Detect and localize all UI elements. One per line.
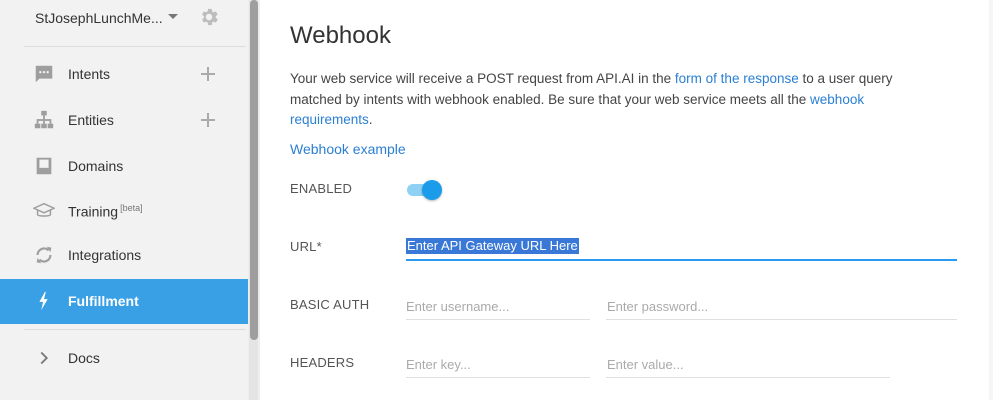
sidebar-item-label: Entities	[68, 112, 114, 128]
page-title: Webhook	[290, 22, 391, 49]
agent-selector[interactable]: StJosephLunchMe...	[0, 0, 248, 36]
url-label: URL*	[290, 239, 322, 254]
enabled-toggle[interactable]	[407, 180, 443, 200]
password-underline	[606, 319, 957, 320]
username-input[interactable]	[406, 297, 586, 315]
webhook-panel: Webhook Your web service will receive a …	[260, 0, 989, 400]
sidebar-divider	[24, 329, 246, 330]
url-input[interactable]: Enter API Gateway URL Here	[406, 238, 579, 254]
basic-auth-label: BASIC AUTH	[290, 297, 370, 312]
sidebar-item-entities[interactable]: Entities	[0, 98, 248, 143]
header-key-underline	[406, 377, 590, 378]
username-underline	[406, 319, 590, 320]
webhook-example-link[interactable]: Webhook example	[290, 141, 406, 157]
sidebar-scrollbar-thumb[interactable]	[250, 0, 258, 340]
toggle-knob	[422, 180, 442, 200]
sync-icon	[36, 246, 52, 264]
password-input[interactable]	[607, 297, 947, 315]
sidebar: StJosephLunchMe... Intents Entities Doma…	[0, 0, 248, 400]
url-input-underline	[406, 259, 957, 261]
lightning-bolt-icon	[39, 291, 48, 311]
sidebar-item-label: Fulfillment	[68, 293, 139, 309]
header-value-input[interactable]	[607, 355, 877, 373]
enabled-label: ENABLED	[290, 181, 353, 196]
header-value-underline	[606, 377, 890, 378]
form-of-response-link[interactable]: form of the response	[675, 71, 799, 86]
sidebar-item-label: Docs	[68, 350, 100, 366]
graduation-cap-icon	[33, 202, 55, 217]
sidebar-item-domains[interactable]: Domains	[0, 144, 248, 189]
chevron-down-icon[interactable]	[168, 14, 178, 19]
headers-label: HEADERS	[290, 355, 355, 370]
add-intent-plus-icon[interactable]	[199, 65, 217, 83]
beta-badge: [beta]	[120, 203, 143, 213]
sidebar-item-integrations[interactable]: Integrations	[0, 233, 248, 278]
add-entity-plus-icon[interactable]	[199, 111, 217, 129]
sidebar-item-fulfillment[interactable]: Fulfillment	[0, 279, 248, 324]
sidebar-item-docs[interactable]: Docs	[0, 336, 248, 381]
sidebar-item-intents[interactable]: Intents	[0, 52, 248, 97]
gear-icon[interactable]	[198, 6, 220, 28]
chat-bubble-icon	[35, 65, 53, 83]
sidebar-item-label: Integrations	[68, 247, 142, 263]
webhook-description: Your web service will receive a POST req…	[290, 71, 893, 127]
sidebar-item-label: Intents	[68, 66, 111, 82]
agent-name: StJosephLunchMe...	[35, 10, 163, 26]
book-icon	[36, 157, 52, 175]
chevron-right-icon	[40, 351, 49, 365]
sidebar-item-label: Domains	[68, 158, 124, 174]
sidebar-item-training[interactable]: Training [beta]	[0, 189, 248, 234]
sidebar-divider	[24, 46, 246, 47]
sidebar-item-label: Training [beta]	[68, 203, 143, 220]
hierarchy-icon	[34, 110, 54, 129]
header-key-input[interactable]	[406, 355, 586, 373]
main-scrollbar[interactable]	[989, 0, 993, 400]
